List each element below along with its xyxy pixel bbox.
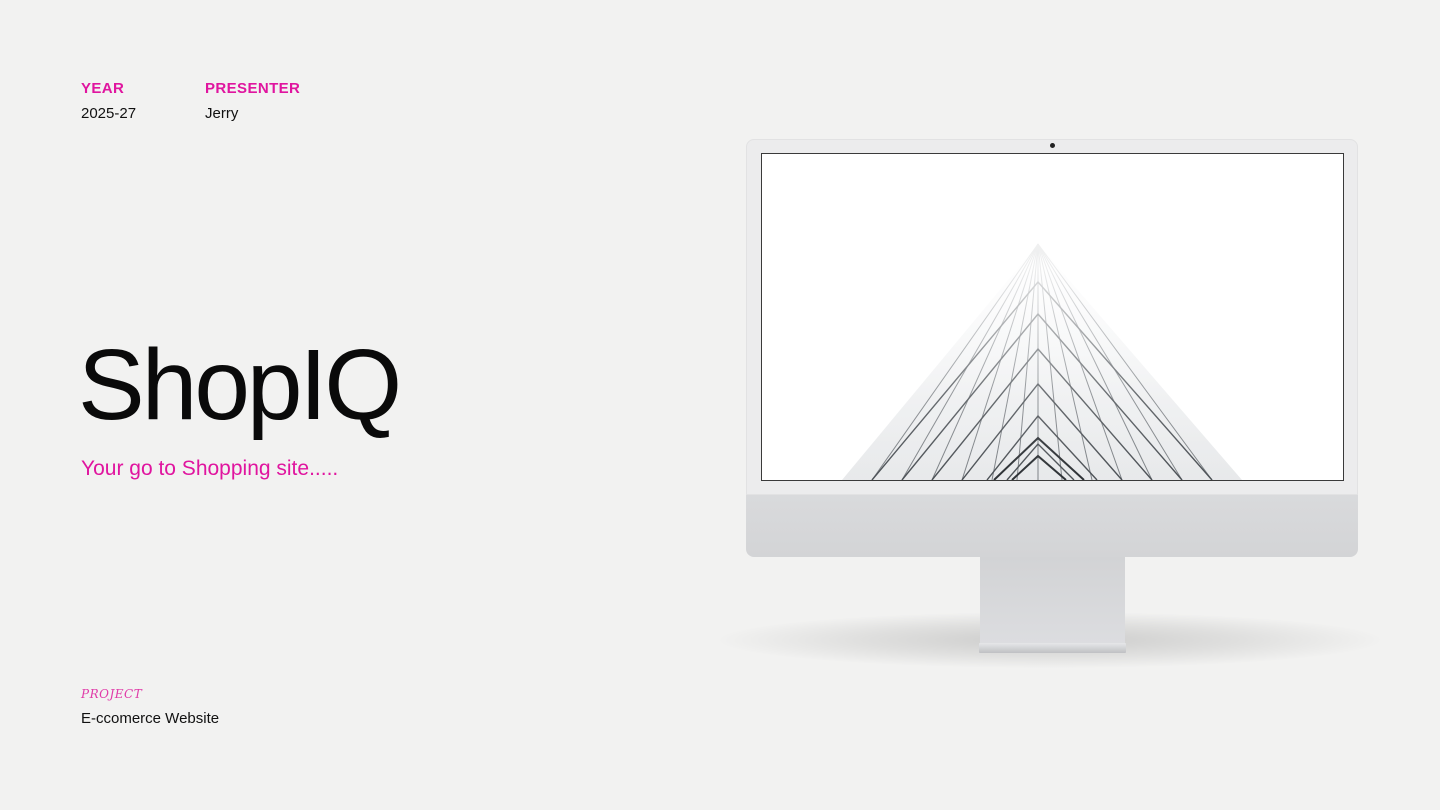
monitor-bezel <box>746 139 1358 495</box>
monitor-illustration <box>746 139 1358 557</box>
brand-title: ShopIQ <box>78 329 402 441</box>
monitor-chin <box>746 495 1358 557</box>
project-value: E-ccomerce Website <box>81 710 220 727</box>
monitor-foot <box>979 643 1126 653</box>
year-label: YEAR <box>81 80 125 97</box>
project-label: PROJECT <box>81 687 143 701</box>
monitor-screen <box>761 153 1344 481</box>
camera-dot <box>1050 143 1055 148</box>
tagline: Your go to Shopping site..... <box>81 457 339 480</box>
presenter-label: PRESENTER <box>205 80 301 97</box>
monitor-stand <box>980 557 1125 645</box>
presenter-value: Jerry <box>205 105 239 122</box>
year-value: 2025-27 <box>81 105 137 122</box>
skyscraper-image <box>762 154 1343 480</box>
